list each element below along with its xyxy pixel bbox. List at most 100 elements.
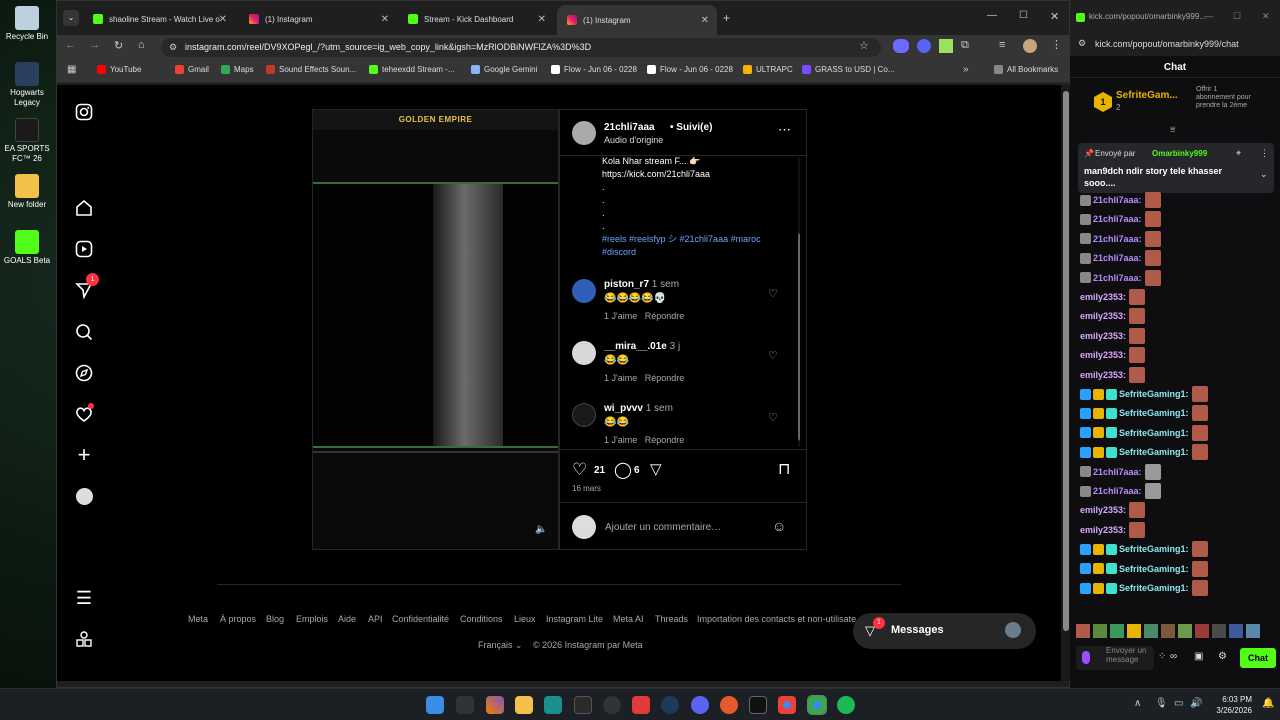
calendar-icon[interactable]: ▣	[1194, 651, 1203, 662]
tab-instagram-active[interactable]: (1) Instagram ✕	[557, 5, 717, 35]
like-count[interactable]: 21	[594, 465, 605, 476]
chat-username[interactable]: SefriteGaming1:	[1119, 428, 1189, 438]
reload-icon[interactable]: ↻	[114, 39, 123, 52]
emote[interactable]	[1195, 624, 1209, 638]
like-comment-icon[interactable]: ♡	[768, 287, 778, 300]
reply-button[interactable]: Répondre	[645, 373, 685, 383]
bookmark-sound-effects[interactable]: Sound Effects Soun...	[266, 65, 356, 74]
commenter-username[interactable]: wi_pvvv 1 sem	[604, 403, 673, 414]
bookmark-flow-1[interactable]: Flow - Jun 06 - 0228	[551, 65, 637, 74]
chrome-active-icon[interactable]	[807, 695, 827, 715]
footer-link[interactable]: API	[368, 614, 383, 624]
audio-label[interactable]: Audio d'origine	[604, 135, 663, 145]
chrome-icon[interactable]	[778, 696, 796, 714]
reply-button[interactable]: Répondre	[645, 435, 685, 445]
minimize-button[interactable]: —	[1204, 11, 1213, 21]
explore-icon[interactable]	[73, 362, 95, 384]
chat-input[interactable]: Envoyer un message	[1076, 646, 1154, 670]
emote[interactable]	[1246, 624, 1260, 638]
chat-url[interactable]: kick.com/popout/omarbinky999/chat	[1095, 39, 1239, 49]
link-icon[interactable]: ∞	[1170, 651, 1177, 662]
footer-link[interactable]: Meta AI	[613, 614, 644, 624]
clock[interactable]: 6:03 PM 3/26/2026	[1212, 694, 1252, 716]
footer-link[interactable]: Importation des contacts et non-utilisat…	[697, 614, 857, 624]
emoji-icon[interactable]: ☺	[772, 518, 786, 534]
edge-icon[interactable]	[544, 696, 562, 714]
maximize-button[interactable]: ☐	[1233, 11, 1241, 22]
chat-username[interactable]: 21chli7aaa:	[1093, 273, 1142, 283]
window-close-button[interactable]: ✕	[1050, 10, 1059, 23]
settings-gear-icon[interactable]: ⚙	[1218, 651, 1227, 662]
home-icon[interactable]	[73, 197, 95, 219]
emote[interactable]	[1093, 624, 1107, 638]
author-avatar[interactable]	[572, 121, 596, 145]
emote[interactable]	[1212, 624, 1226, 638]
maximize-button[interactable]: ☐	[1019, 10, 1028, 21]
footer-link[interactable]: À propos	[220, 614, 256, 624]
copilot-icon[interactable]	[486, 696, 504, 714]
pinned-user[interactable]: Omarbinky999	[1152, 149, 1207, 158]
language-select[interactable]: Français ⌄	[478, 640, 523, 651]
chat-username[interactable]: 21chli7aaa:	[1093, 486, 1142, 496]
filter-icon[interactable]: ⩸	[1170, 124, 1175, 135]
bookmark-grass[interactable]: GRASS to USD | Co...	[802, 65, 894, 74]
direct-messages-icon[interactable]: 1	[73, 273, 99, 301]
emote[interactable]	[1127, 624, 1141, 638]
chevron-down-icon[interactable]: ⌄	[1260, 169, 1268, 180]
extension-icon[interactable]	[893, 39, 909, 53]
emote-picker-icon[interactable]: ⁘	[1158, 651, 1166, 662]
chat-username[interactable]: SefriteGaming1:	[1119, 583, 1189, 593]
create-icon[interactable]: +	[73, 442, 95, 467]
close-icon[interactable]: ✕	[381, 14, 389, 25]
grass-extension-icon[interactable]	[939, 39, 953, 53]
close-icon[interactable]: ✕	[701, 15, 709, 26]
discord-icon[interactable]	[691, 696, 709, 714]
bookmark-teheexdd[interactable]: teheexdd Stream -...	[369, 65, 454, 74]
pinned-menu-icon[interactable]: ⋮	[1260, 148, 1269, 159]
author-username[interactable]: 21chli7aaa	[604, 122, 655, 133]
bookmark-youtube[interactable]: YouTube	[97, 65, 141, 74]
save-bookmark-icon[interactable]: ⊓	[778, 459, 790, 479]
adobe-icon[interactable]	[632, 696, 650, 714]
post-date[interactable]: 16 mars	[572, 484, 601, 493]
media-control-icon[interactable]: ≡	[999, 39, 1005, 51]
also-from-meta-icon[interactable]	[73, 628, 95, 650]
top-gifter[interactable]: SefriteGam...	[1116, 90, 1178, 101]
share-icon[interactable]: ▽	[650, 460, 662, 478]
more-bookmarks-icon[interactable]: »	[963, 64, 969, 75]
discord-extension-icon[interactable]	[917, 39, 931, 53]
chat-username[interactable]: 21chli7aaa:	[1093, 214, 1142, 224]
emote[interactable]	[1178, 624, 1192, 638]
reply-button[interactable]: Répondre	[645, 311, 685, 321]
chat-username[interactable]: 21chli7aaa:	[1093, 234, 1142, 244]
tab-kick-dashboard[interactable]: Stream - Kick Dashboard ✕	[398, 7, 554, 31]
comment-input[interactable]: Ajouter un commentaire…	[605, 522, 721, 533]
chat-username[interactable]: SefriteGaming1:	[1119, 447, 1189, 457]
search-icon[interactable]	[73, 321, 95, 343]
forward-icon[interactable]: →	[89, 39, 100, 51]
site-info-icon[interactable]: ⚙	[169, 38, 177, 57]
close-icon[interactable]: ✕	[219, 14, 227, 25]
footer-link[interactable]: Meta	[188, 614, 208, 624]
gift-sub-offer[interactable]: Offrir 1 abonnement pour prendre la 2ème	[1196, 86, 1254, 110]
pen-app-icon[interactable]	[456, 696, 474, 714]
emote[interactable]	[1110, 624, 1124, 638]
site-info-icon[interactable]: ⚙	[1078, 38, 1086, 49]
chat-username[interactable]: 21chli7aaa:	[1093, 253, 1142, 263]
apps-icon[interactable]: ▦	[67, 64, 76, 75]
minimize-button[interactable]: —	[987, 10, 997, 21]
footer-link[interactable]: Aide	[338, 614, 356, 624]
volume-icon[interactable]: 🔊	[1190, 698, 1202, 709]
chat-username[interactable]: 21chli7aaa:	[1093, 467, 1142, 477]
epic-games-icon[interactable]	[749, 696, 767, 714]
tray-chevron-icon[interactable]: ∧	[1134, 698, 1141, 709]
desktop-icon-new-folder[interactable]: New folder	[3, 174, 51, 210]
chat-username[interactable]: emily2353:	[1080, 331, 1126, 341]
comment-count[interactable]: 6	[634, 465, 640, 476]
bookmark-star-icon[interactable]: ☆	[859, 39, 869, 52]
notifications-heart-icon[interactable]	[73, 403, 95, 425]
app-icon[interactable]	[574, 696, 592, 714]
home-icon[interactable]: ⌂	[138, 39, 145, 51]
spotify-icon[interactable]	[837, 696, 855, 714]
follow-status[interactable]: • Suivi(e)	[670, 122, 712, 133]
